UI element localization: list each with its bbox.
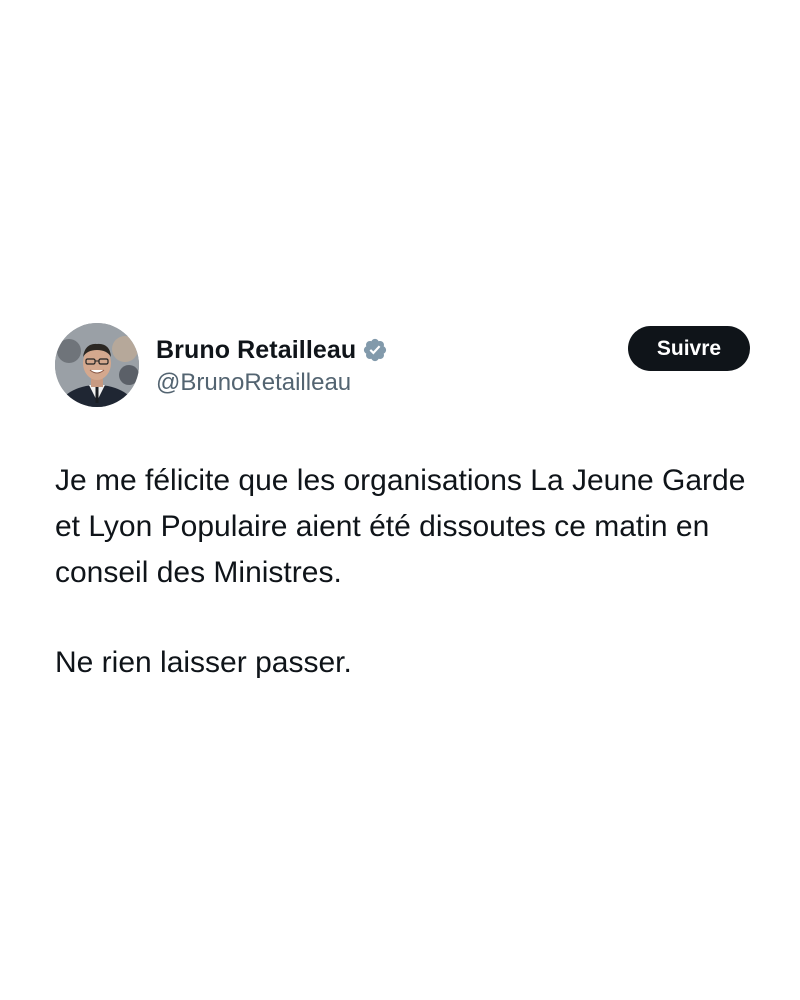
tweet-body: Je me félicite que les organisations La … [55,458,755,686]
profile-photo-icon [55,323,139,407]
follow-button[interactable]: Suivre [628,326,750,371]
author-names: Bruno Retailleau @BrunoRetailleau [156,335,388,397]
avatar[interactable] [55,323,139,407]
tweet-paragraph: Je me félicite que les organisations La … [55,464,746,589]
tweet-paragraph: Ne rien laisser passer. [55,646,352,679]
verified-badge-icon [362,337,388,363]
handle[interactable]: @BrunoRetailleau [156,369,388,397]
display-name[interactable]: Bruno Retailleau [156,336,356,365]
display-name-row: Bruno Retailleau [156,335,388,365]
tweet-card: Bruno Retailleau @BrunoRetailleau Suivre… [55,323,750,686]
tweet-header: Bruno Retailleau @BrunoRetailleau Suivre [55,323,750,411]
